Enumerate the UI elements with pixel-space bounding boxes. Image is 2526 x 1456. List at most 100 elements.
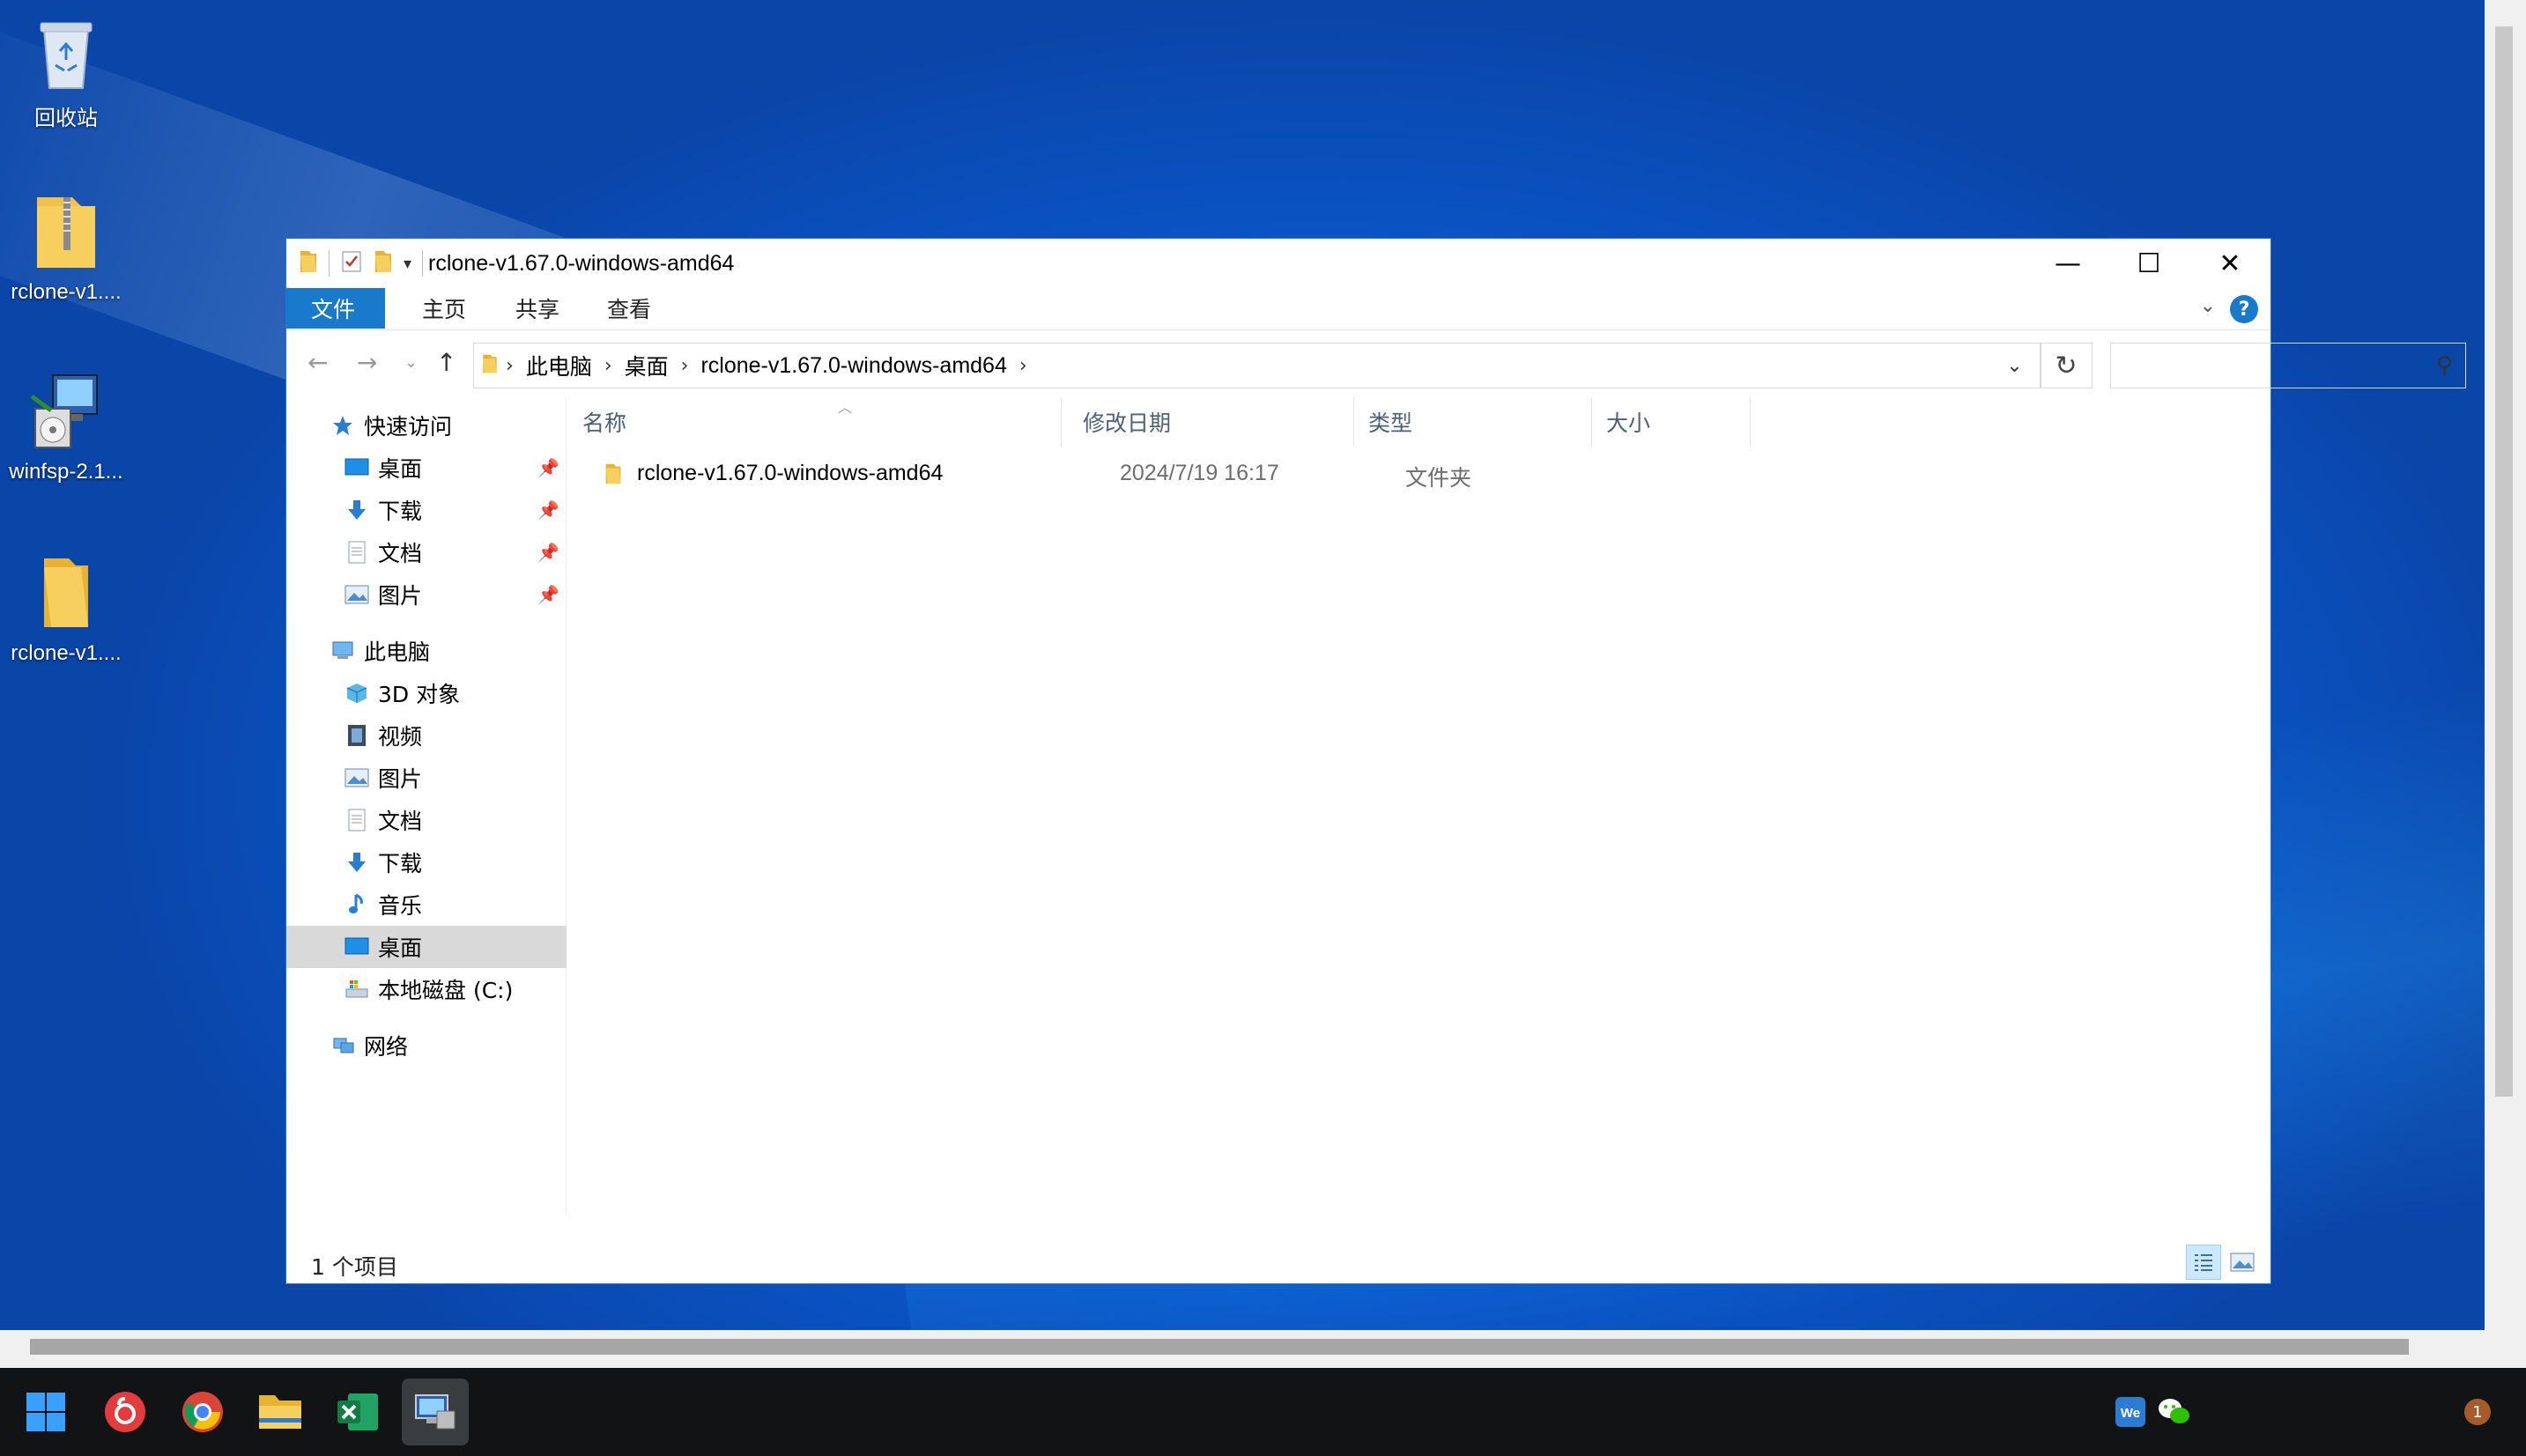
tray-wecom[interactable]: We <box>2111 1393 2150 1431</box>
nav-quick-access[interactable]: 快速访问 <box>286 404 567 447</box>
pin-icon[interactable]: 📌 <box>537 499 559 521</box>
tab-home[interactable]: 主页 <box>397 288 491 329</box>
start-button[interactable] <box>12 1378 79 1445</box>
nav-label: 桌面 <box>378 456 423 482</box>
close-button[interactable]: ✕ <box>2189 239 2270 288</box>
back-button[interactable]: ← <box>307 348 328 377</box>
maximize-button[interactable]: ☐ <box>2108 239 2189 288</box>
forward-button[interactable]: → <box>357 348 377 377</box>
column-header-name[interactable]: 名称 <box>568 397 1062 447</box>
music-note-icon <box>343 892 371 917</box>
nav-label: 快速访问 <box>364 414 453 440</box>
large-icons-view-button[interactable] <box>2225 1245 2260 1280</box>
cube-icon <box>343 681 371 706</box>
table-row[interactable]: rclone-v1.67.0-windows-amd64 2024/7/19 1… <box>568 452 2269 494</box>
pin-icon[interactable]: 📌 <box>537 584 559 605</box>
taskbar-chrome[interactable] <box>169 1378 236 1445</box>
taskbar-netease-music[interactable] <box>92 1378 159 1445</box>
nav-quick-desktop[interactable]: 桌面 📌 <box>286 447 567 489</box>
tray-wechat[interactable] <box>2155 1393 2194 1431</box>
nav-network[interactable]: 网络 <box>286 1024 567 1067</box>
file-explorer-icon <box>259 1395 301 1429</box>
outer-horizontal-scrollbar[interactable] <box>0 1330 2526 1368</box>
breadcrumb-chevron-icon[interactable]: › <box>604 355 612 377</box>
nav-label: 图片 <box>378 583 423 609</box>
properties-icon[interactable] <box>340 249 363 277</box>
breadcrumb-this-pc[interactable]: 此电脑 <box>526 350 592 381</box>
netease-music-icon <box>105 1392 145 1432</box>
address-bar[interactable]: › 此电脑 › 桌面 › rclone-v1.67.0-windows-amd6… <box>473 343 2041 388</box>
breadcrumb-chevron-icon[interactable]: › <box>681 355 689 377</box>
nav-quick-downloads[interactable]: 下载 📌 <box>286 489 567 531</box>
desktop-icon-winfsp[interactable]: winfsp-2.1... <box>0 370 132 484</box>
notification-count: 1 <box>2464 1399 2491 1425</box>
taskbar-file-explorer[interactable] <box>247 1378 314 1445</box>
status-bar: 1 个项目 <box>286 1239 2270 1283</box>
new-folder-icon[interactable] <box>374 249 393 277</box>
column-header-type[interactable]: 类型 <box>1354 397 1592 447</box>
wecom-icon: We <box>2115 1397 2145 1427</box>
minimize-button[interactable]: — <box>2027 239 2108 288</box>
desktop-icon-rclone-folder[interactable]: rclone-v1.... <box>0 551 132 666</box>
recent-locations-button[interactable]: ⌄ <box>404 353 418 372</box>
star-icon <box>329 413 357 438</box>
chrome-icon <box>182 1392 223 1432</box>
desktop-icon-recycle-bin[interactable]: 回收站 <box>0 11 132 131</box>
nav-pictures[interactable]: 图片 <box>286 757 567 799</box>
file-name: rclone-v1.67.0-windows-amd64 <box>637 461 944 485</box>
svg-text:We: We <box>2121 1406 2140 1421</box>
nav-desktop[interactable]: 桌面 <box>286 926 567 968</box>
desktop-icon-label: 回收站 <box>34 107 98 130</box>
taskbar-excel[interactable] <box>324 1378 391 1445</box>
pin-icon[interactable]: 📌 <box>537 457 559 478</box>
ribbon: 文件 主页 共享 查看 ⌄ ? <box>286 288 2270 330</box>
breadcrumb-current-folder[interactable]: rclone-v1.67.0-windows-amd64 <box>700 353 1006 379</box>
installer-icon <box>26 370 106 455</box>
nav-label: 下载 <box>378 499 423 524</box>
notification-badge[interactable]: 1 <box>2458 1393 2497 1431</box>
help-button[interactable]: ? <box>2230 295 2258 323</box>
outer-vertical-scrollbar[interactable] <box>2485 0 2526 1330</box>
expand-ribbon-icon[interactable]: ⌄ <box>2200 295 2216 317</box>
desktop-icon-rclone-zip[interactable]: rclone-v1.... <box>0 190 132 305</box>
nav-music[interactable]: 音乐 <box>286 883 567 926</box>
breadcrumb-chevron-icon[interactable]: › <box>1019 355 1027 377</box>
nav-quick-pictures[interactable]: 图片 📌 <box>286 573 567 616</box>
tab-share[interactable]: 共享 <box>491 288 584 329</box>
film-icon <box>343 723 371 748</box>
refresh-button[interactable]: ↻ <box>2040 343 2093 388</box>
nav-downloads[interactable]: 下载 <box>286 841 567 883</box>
column-header-modified[interactable]: 修改日期 <box>1069 397 1354 447</box>
breadcrumb-desktop[interactable]: 桌面 <box>625 350 669 381</box>
nav-videos[interactable]: 视频 <box>286 714 567 757</box>
zip-folder-icon <box>26 190 106 275</box>
pin-icon[interactable]: 📌 <box>537 542 559 563</box>
nav-local-disk[interactable]: 本地磁盘 (C:) <box>286 968 567 1010</box>
taskbar-remote-desktop[interactable] <box>402 1378 469 1445</box>
pictures-icon <box>343 765 371 790</box>
address-dropdown-icon[interactable]: ⌄ <box>1988 344 2041 388</box>
nav-this-pc[interactable]: 此电脑 <box>286 630 567 672</box>
taskbar: We 1 <box>0 1368 2526 1456</box>
recycle-bin-icon <box>26 11 106 95</box>
nav-quick-documents[interactable]: 文档 📌 <box>286 531 567 573</box>
divider <box>422 250 424 277</box>
desktop-icon-label: winfsp-2.1... <box>9 460 123 484</box>
scrollbar-thumb[interactable] <box>30 1339 2409 1355</box>
search-input[interactable]: ⚲ <box>2110 343 2466 388</box>
up-button[interactable]: ↑ <box>436 348 456 377</box>
folder-icon <box>299 249 318 277</box>
desktop-icon-label: rclone-v1.... <box>11 641 122 665</box>
nav-documents[interactable]: 文档 <box>286 799 567 841</box>
customize-dropdown-icon[interactable]: ▾ <box>404 255 411 273</box>
breadcrumb-chevron-icon[interactable]: › <box>506 355 514 377</box>
details-view-button[interactable] <box>2186 1245 2221 1280</box>
folder-icon <box>26 551 106 636</box>
tab-view[interactable]: 查看 <box>582 288 676 329</box>
nav-label: 下载 <box>378 851 423 876</box>
nav-3d-objects[interactable]: 3D 对象 <box>286 672 567 714</box>
search-icon: ⚲ <box>2435 352 2453 379</box>
scrollbar-thumb[interactable] <box>2495 26 2513 1097</box>
column-header-size[interactable]: 大小 <box>1592 397 1751 447</box>
tab-file[interactable]: 文件 <box>286 288 385 329</box>
